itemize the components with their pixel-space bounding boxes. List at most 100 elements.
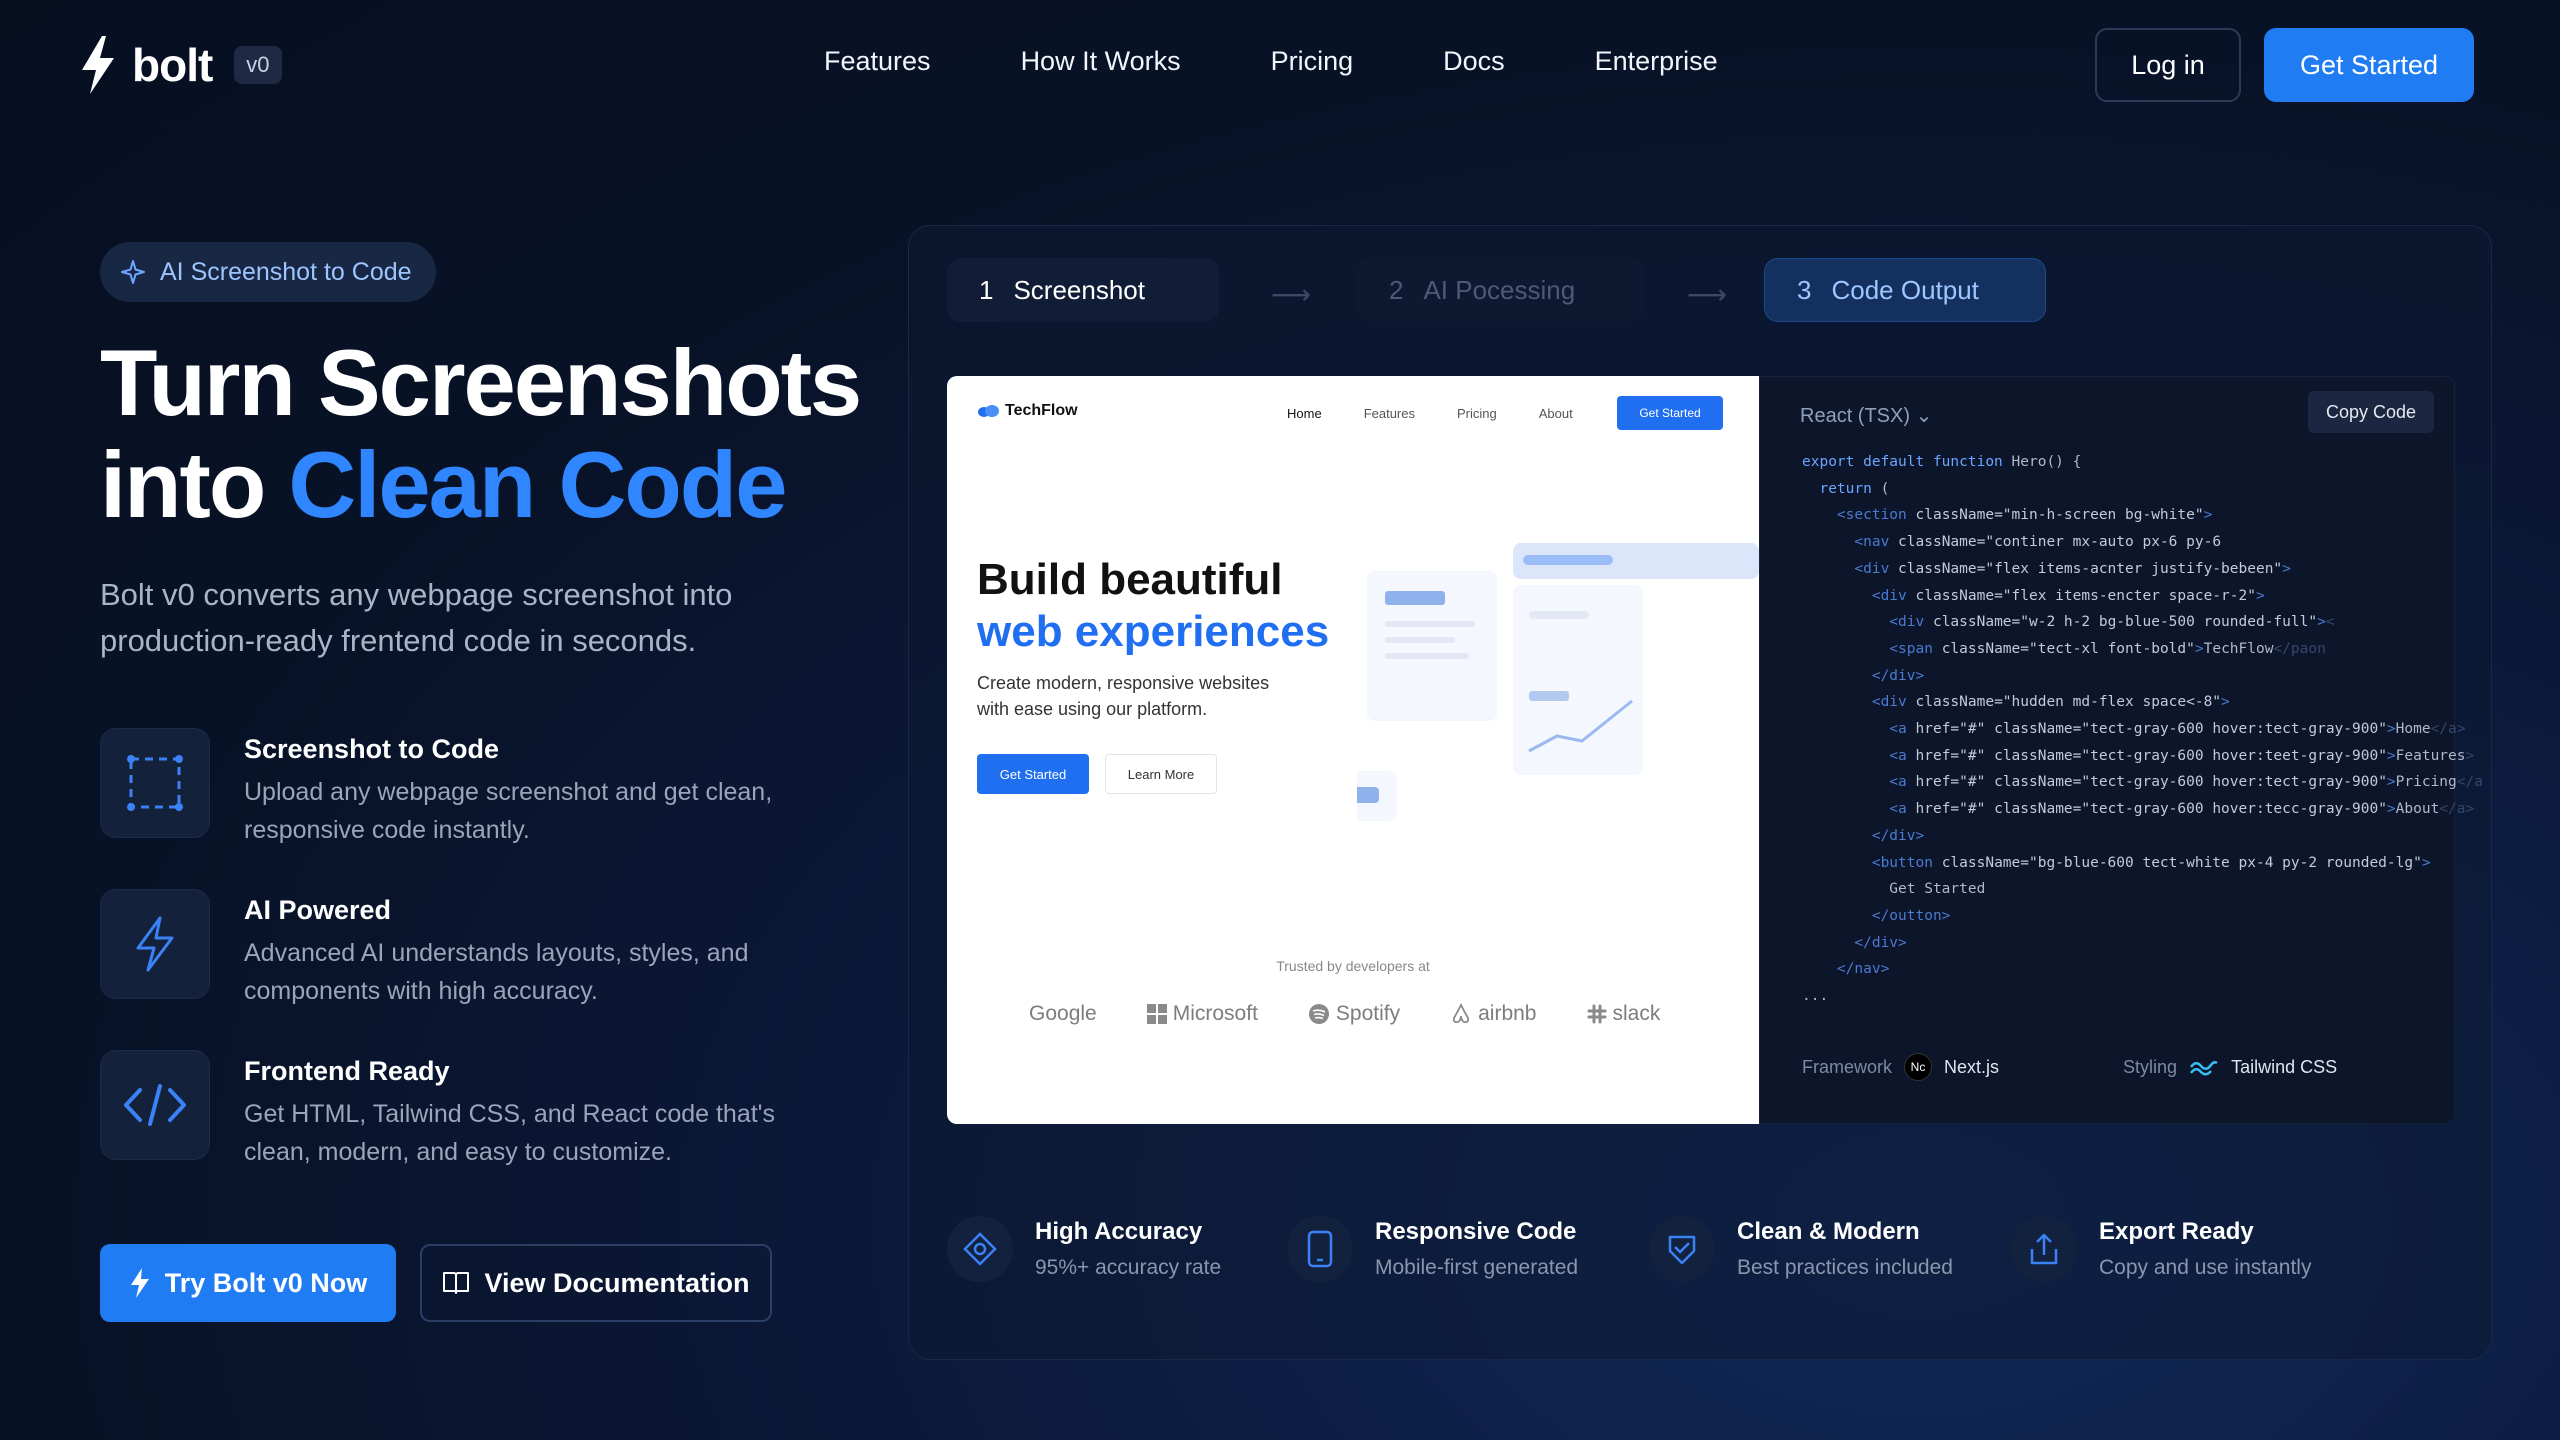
benefit-clean-modern: Clean & Modern Best practices included	[1649, 1216, 2011, 1282]
bolt-icon	[82, 36, 114, 94]
preview-nav-pricing[interactable]: Pricing	[1457, 406, 1497, 421]
feature-desc: Get HTML, Tailwind CSS, and React code t…	[244, 1100, 775, 1166]
feature-title: Screenshot to Code	[244, 734, 500, 764]
benefit-title: High Accuracy	[1035, 1218, 1203, 1245]
language-selector[interactable]: React (TSX) ⌄	[1800, 403, 1932, 428]
hero-subtitle: Bolt v0 converts any webpage screenshot …	[100, 577, 733, 658]
feature-desc: Upload any webpage screenshot and get cl…	[244, 778, 773, 844]
benefit-title: Clean & Modern	[1737, 1218, 1920, 1245]
benefit-desc: 95%+ accuracy rate	[1035, 1256, 1222, 1279]
step-label: AI Pocessing	[1423, 274, 1576, 305]
slack-logo: slack	[1587, 1002, 1661, 1026]
nextjs-icon: Nc	[1904, 1053, 1933, 1081]
benefit-responsive-code: Responsive Code Mobile-first generated	[1287, 1216, 1649, 1282]
version-badge: v0	[234, 46, 282, 84]
slack-logo-text: slack	[1612, 1002, 1661, 1025]
hero-pill-label: AI Screenshot to Code	[160, 257, 412, 286]
preview-text: Create modern, responsive websites with …	[977, 673, 1270, 719]
styling-label: Styling	[2123, 1056, 2178, 1077]
export-icon	[2030, 1233, 2058, 1265]
airbnb-logo-text: airbnb	[1478, 1002, 1537, 1025]
preview-primary-button[interactable]: Get Started	[977, 754, 1089, 794]
benefit-title: Export Ready	[2099, 1218, 2254, 1245]
crop-frame-icon	[127, 755, 183, 811]
preview-logos: Google Microsoft Spotify airbnb slack	[1029, 1002, 1660, 1026]
google-logo-text: Google	[1029, 1002, 1097, 1025]
feature-title: AI Powered	[244, 895, 392, 925]
spotify-logo: Spotify	[1308, 1002, 1400, 1026]
top-nav: bolt v0 Features How It Works Pricing Do…	[0, 0, 2560, 130]
hero-title-line1: Turn Screenshots	[100, 330, 862, 435]
nav-link-how-it-works[interactable]: How It Works	[1021, 46, 1181, 77]
step-ai-processing[interactable]: 2 AI Pocessing	[1357, 258, 1645, 322]
view-documentation-button[interactable]: View Documentation	[420, 1244, 772, 1322]
benefit-icon-box	[1649, 1216, 1715, 1282]
preview-nav-features[interactable]: Features	[1364, 406, 1415, 421]
benefits-row: High Accuracy 95%+ accuracy rate Responsi…	[947, 1216, 2373, 1282]
language-label: React (TSX)	[1800, 405, 1911, 427]
benefit-icon-box	[2011, 1216, 2077, 1282]
benefit-title: Responsive Code	[1375, 1218, 1577, 1245]
preview-secondary-button[interactable]: Learn More	[1105, 754, 1217, 794]
code-block[interactable]: export default function Hero() { return …	[1802, 449, 2483, 1010]
book-icon	[443, 1272, 470, 1294]
preview-get-started-button[interactable]: Get Started	[1617, 396, 1723, 430]
step-screenshot[interactable]: 1 Screenshot	[947, 258, 1219, 322]
slack-icon	[1587, 1004, 1606, 1024]
preview-logo-text: TechFlow	[1005, 402, 1078, 419]
nav-link-docs[interactable]: Docs	[1443, 46, 1505, 77]
microsoft-logo: Microsoft	[1146, 1002, 1258, 1026]
login-button[interactable]: Log in	[2095, 28, 2241, 102]
preview-heading-line2: web experiences	[977, 607, 1330, 656]
preview-nav-about[interactable]: About	[1539, 406, 1573, 421]
website-preview: TechFlow Home Features Pricing About Get…	[947, 376, 1759, 1124]
airbnb-icon	[1453, 1003, 1470, 1024]
hero-pill: AI Screenshot to Code	[100, 242, 436, 302]
spotify-logo-text: Spotify	[1335, 1002, 1401, 1025]
arrow-right-icon: ⟶	[1271, 279, 1312, 310]
diamond-target-icon	[963, 1232, 997, 1266]
feature-icon-box	[100, 728, 210, 838]
microsoft-icon	[1146, 1004, 1167, 1024]
feature-icon-box	[100, 889, 210, 999]
brand-name: bolt	[132, 39, 213, 91]
benefit-export-ready: Export Ready Copy and use instantly	[2011, 1216, 2373, 1282]
logo[interactable]: bolt v0	[78, 36, 282, 94]
hero-title-accent: Clean Code	[288, 432, 787, 537]
step-code-output[interactable]: 3 Code Output	[1764, 258, 2046, 322]
preview-heading-line1: Build beautiful	[977, 555, 1283, 604]
feature-frontend-ready: Frontend Ready Get HTML, Tailwind CSS, a…	[100, 1050, 804, 1171]
airbnb-logo: airbnb	[1450, 1002, 1537, 1026]
get-started-button[interactable]: Get Started	[2264, 28, 2474, 102]
preview-trusted-label: Trusted by developers at	[1276, 958, 1430, 974]
microsoft-logo-text: Microsoft	[1172, 1002, 1258, 1025]
tailwind-icon	[2190, 1061, 2218, 1076]
feature-title: Frontend Ready	[244, 1056, 450, 1086]
sparkle-icon	[121, 260, 145, 284]
framework-value: Next.js	[1944, 1056, 2000, 1077]
arrow-right-icon: ⟶	[1687, 279, 1728, 310]
feature-icon-box	[100, 1050, 210, 1160]
view-documentation-label: View Documentation	[484, 1267, 750, 1298]
google-logo: Google	[1029, 1002, 1097, 1026]
step-label: Code Output	[1831, 274, 1979, 305]
try-bolt-button[interactable]: Try Bolt v0 Now	[100, 1244, 396, 1322]
benefit-icon-box	[1287, 1216, 1353, 1282]
cloud-logo-icon	[978, 405, 999, 417]
code-brackets-icon	[124, 1084, 186, 1126]
nav-link-enterprise[interactable]: Enterprise	[1595, 46, 1718, 77]
main-menu: Features How It Works Pricing Docs Enter…	[824, 46, 1718, 77]
code-output-panel: React (TSX) ⌄ Copy Code export default f…	[1759, 376, 2483, 1124]
preview-nav-home[interactable]: Home	[1287, 406, 1322, 421]
hero-title-line2: into Clean Code	[100, 434, 860, 536]
benefit-desc: Copy and use instantly	[2099, 1256, 2312, 1279]
step-number: 1	[979, 274, 994, 305]
preview-nav: Home Features Pricing About	[1287, 406, 1573, 421]
nav-link-features[interactable]: Features	[824, 46, 931, 77]
copy-code-button[interactable]: Copy Code	[2308, 391, 2434, 433]
nav-link-pricing[interactable]: Pricing	[1271, 46, 1354, 77]
step-number: 3	[1797, 274, 1812, 305]
step-label: Screenshot	[1013, 274, 1145, 305]
preview-logo: TechFlow	[977, 402, 1078, 420]
spotify-icon	[1308, 1004, 1329, 1024]
